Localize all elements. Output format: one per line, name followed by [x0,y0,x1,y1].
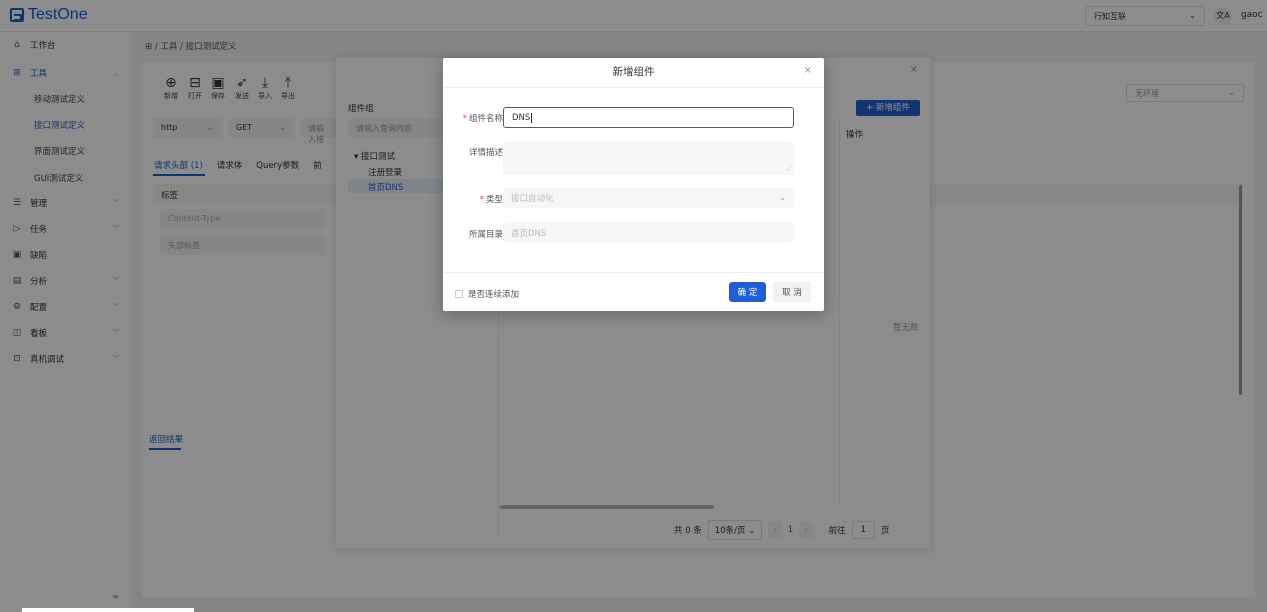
description-textarea[interactable]: ⟋ [503,141,794,175]
required-mark: * [479,195,484,205]
type-label: * 类型 [443,193,503,205]
taskbar-strip [22,608,194,612]
directory-field: 首页DNS [503,222,794,243]
dialog-title: 新增组件 [612,66,655,78]
desc-label: 详情描述 [468,148,503,158]
type-value: 接口自动化 [511,194,554,204]
type-label-text: 类型 [485,195,503,205]
dir-label: 所属目录 [468,230,503,240]
type-select[interactable]: 接口自动化 ⌄ [503,188,794,208]
component-name-input[interactable]: DNS [503,107,794,128]
header-divider [443,87,824,88]
new-component-dialog: 新增组件 × * 组件名称 DNS 详情描述 ⟋ * 类型 接口自动化 ⌄ 所属目录 … [443,58,824,311]
component-name-value: DNS [512,112,531,123]
confirm-button[interactable]: 确 定 [729,282,766,302]
name-label: * 组件名称 [443,112,503,124]
footer-divider [443,272,824,273]
resize-handle-icon: ⟋ [786,165,791,173]
chevron-down-icon: ⌄ [778,193,786,203]
name-label-text: 组件名称 [468,114,503,124]
text-cursor [531,112,533,123]
close-icon[interactable]: × [804,65,812,76]
required-mark: * [462,114,467,124]
continuous-add-label: 是否连续添加 [468,290,520,300]
checkbox-box [455,290,463,298]
cancel-button[interactable]: 取 消 [773,282,811,302]
continuous-add-checkbox[interactable]: 是否连续添加 [455,288,519,300]
